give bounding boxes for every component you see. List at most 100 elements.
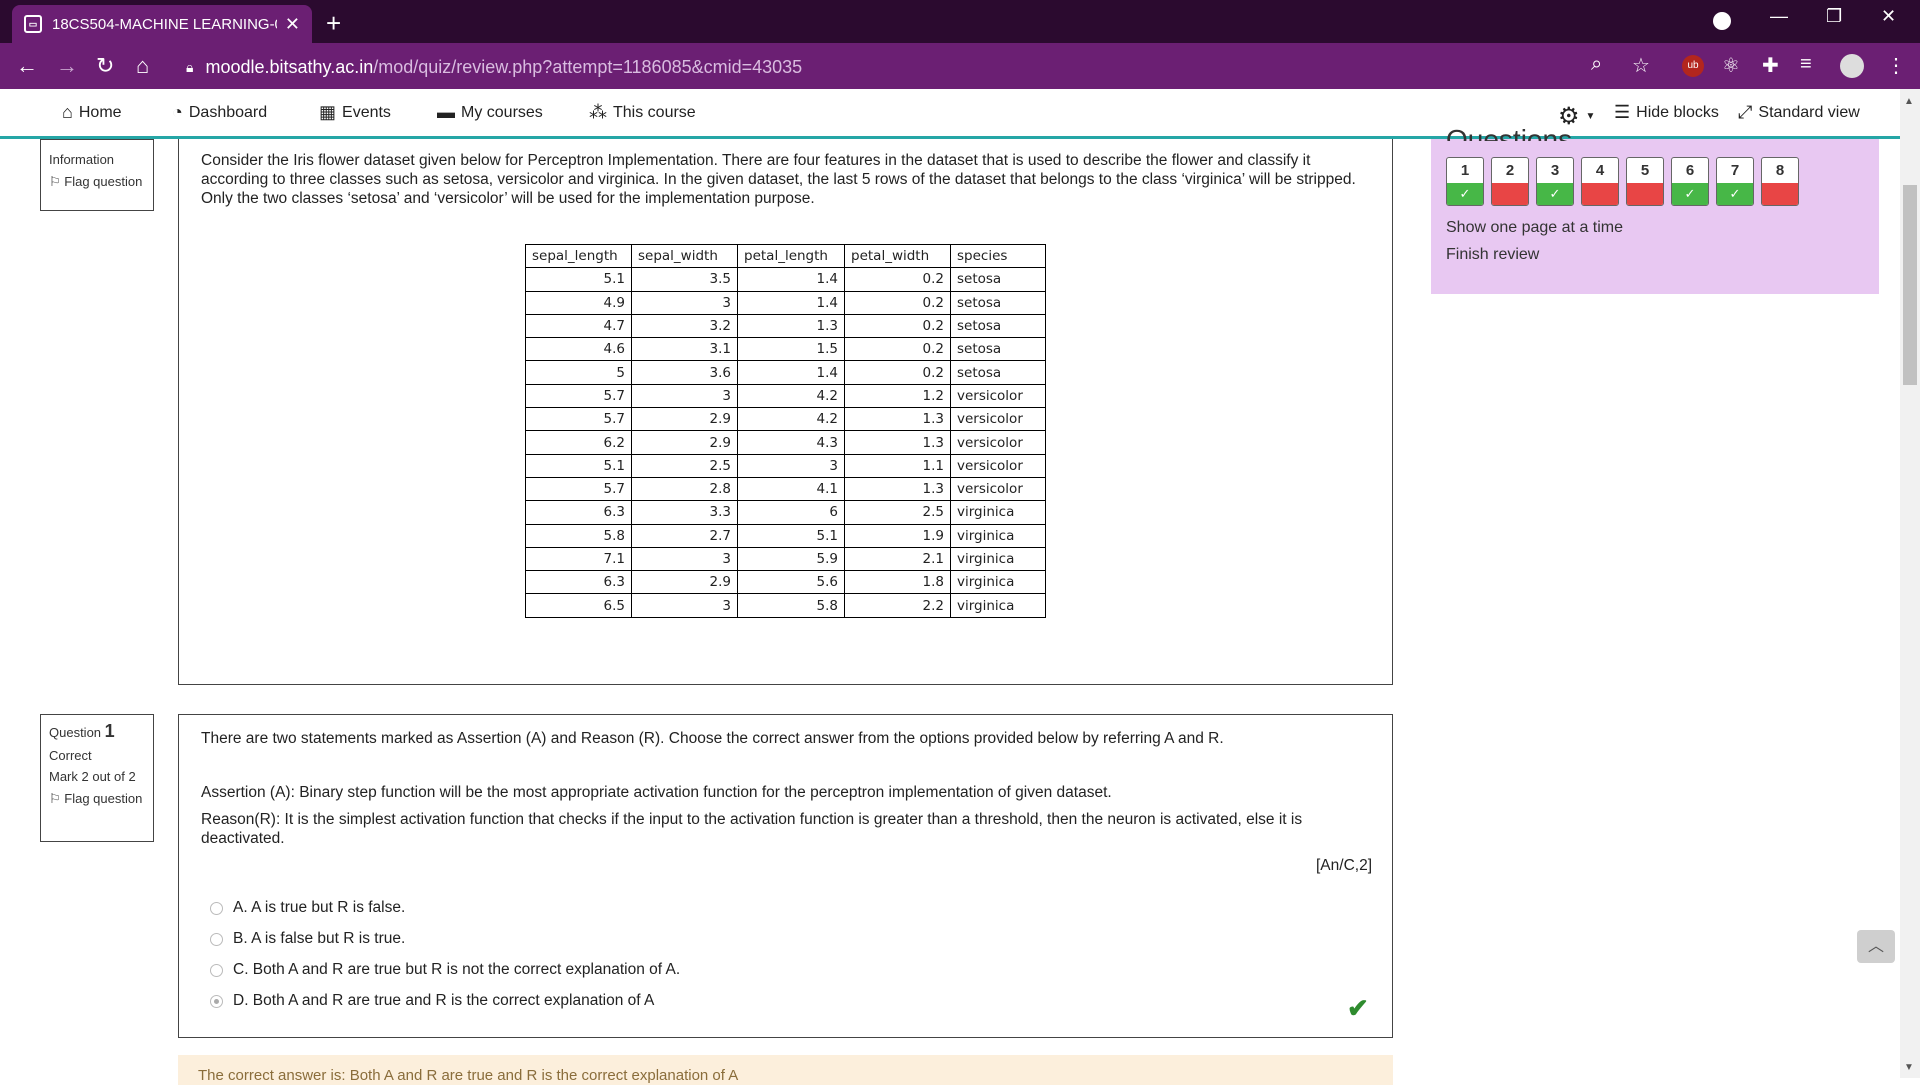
lock-icon[interactable]: 🔒︎ <box>186 59 193 76</box>
table-cell: 1.3 <box>844 430 951 455</box>
radio-button[interactable] <box>210 963 223 977</box>
table-cell: 6 <box>737 500 845 525</box>
table-cell: 1.9 <box>844 523 951 548</box>
moodle-favicon-icon: ▭ <box>24 15 42 33</box>
flag-question-link[interactable]: ⚐ Flag question <box>49 792 145 806</box>
correct-answer-feedback: The correct answer is: Both A and R are … <box>178 1055 1393 1085</box>
bookmark-star-icon[interactable]: ☆ <box>1632 53 1650 78</box>
radio-button[interactable] <box>210 932 223 946</box>
url-path: /mod/quiz/review.php?attempt=1186085&cmi… <box>373 56 803 77</box>
restore-icon[interactable]: ❐ <box>1826 6 1842 27</box>
finish-review-link[interactable]: Finish review <box>1446 246 1539 264</box>
extensions-puzzle-icon[interactable]: ✚ <box>1762 53 1779 78</box>
hide-blocks-button[interactable]: ☰ Hide blocks <box>1614 102 1719 123</box>
table-cell: 1.2 <box>844 383 951 409</box>
standard-view-button[interactable]: ⤢ Standard view <box>1738 102 1860 123</box>
profile-avatar[interactable] <box>1840 54 1864 78</box>
table-cell: virginica <box>950 523 1046 548</box>
table-cell: setosa <box>950 290 1046 315</box>
address-bar[interactable]: 🔒︎ moodle.bitsathy.ac.in /mod/quiz/revie… <box>186 53 1606 81</box>
quiz-nav-button-6[interactable]: 6 ✓ <box>1671 157 1709 206</box>
quiz-nav-button-7[interactable]: 7 ✓ <box>1716 157 1754 206</box>
information-label: Information <box>49 152 115 167</box>
question-1-info-box: Question 1 Correct Mark 2 out of 2 ⚐ Fla… <box>40 714 154 842</box>
back-icon[interactable]: ← <box>16 53 38 79</box>
sitemap-icon: ⁂ <box>589 102 607 122</box>
column-header: species <box>950 243 1046 269</box>
forward-icon[interactable]: → <box>56 53 78 79</box>
table-row: 6.5 3 5.8 2.2 virginica <box>525 593 1046 618</box>
flag-icon: ⚐ <box>49 174 61 189</box>
browser-tab[interactable]: ▭ 18CS504-MACHINE LEARNING-0 ✕ <box>12 5 312 43</box>
nav-home[interactable]: ⌂ Home <box>62 102 122 123</box>
column-header: sepal_length <box>525 243 632 269</box>
answer-option-c[interactable]: C. Both A and R are true but R is not th… <box>210 961 680 979</box>
quiz-nav-button-3[interactable]: 3 ✓ <box>1536 157 1574 206</box>
table-row: 7.1 3 5.9 2.1 virginica <box>525 546 1046 572</box>
table-cell: 5.1 <box>525 453 632 478</box>
table-cell: 3.2 <box>631 313 738 339</box>
ublock-icon[interactable]: ub <box>1682 55 1704 77</box>
quiz-nav-button-2[interactable]: 2 <box>1491 157 1529 206</box>
quiz-nav-button-8[interactable]: 8 <box>1761 157 1799 206</box>
table-cell: 6.3 <box>525 500 632 525</box>
table-cell: setosa <box>950 360 1046 385</box>
flag-question-link[interactable]: ⚐ Flag question <box>49 175 145 189</box>
table-cell: 4.7 <box>525 313 632 339</box>
table-cell: 1.5 <box>737 337 845 362</box>
table-cell: 0.2 <box>844 267 951 292</box>
quiz-navigation-title: Questions <box>1446 125 1573 141</box>
quiz-nav-button-5[interactable]: 5 <box>1626 157 1664 206</box>
extension-atom-icon[interactable]: ⚛ <box>1722 53 1740 78</box>
table-row: 6.3 3.3 6 2.5 virginica <box>525 500 1046 525</box>
option-label: C. Both A and R are true but R is not th… <box>233 961 681 978</box>
caret-down-icon: ▼ <box>1585 111 1596 122</box>
back-to-top-button[interactable]: ︿ <box>1857 930 1895 963</box>
quiz-nav-button-4[interactable]: 4 <box>1581 157 1619 206</box>
nav-dashboard[interactable]: ◔ Dashboard <box>172 102 267 123</box>
close-tab-icon[interactable]: ✕ <box>285 14 300 35</box>
answer-option-d[interactable]: D. Both A and R are true and R is the co… <box>210 992 654 1010</box>
radio-button-selected[interactable] <box>210 994 223 1008</box>
question-tag: [An/C,2] <box>1316 857 1372 874</box>
table-cell: 0.2 <box>844 313 951 339</box>
table-cell: 5 <box>525 360 632 385</box>
minimize-icon[interactable]: — <box>1770 6 1788 27</box>
question-number: 8 <box>1775 162 1785 179</box>
radio-button[interactable] <box>210 901 223 915</box>
nav-events[interactable]: ▦ Events <box>319 102 391 123</box>
zoom-icon[interactable]: ⌕ <box>1591 53 1602 76</box>
option-label: A. A is true but R is false. <box>233 899 406 916</box>
information-info-box: Information ⚐ Flag question <box>40 139 154 211</box>
downloads-icon[interactable] <box>1713 12 1731 30</box>
home-icon[interactable]: ⌂ <box>136 53 149 79</box>
table-cell: 4.9 <box>525 290 632 315</box>
table-cell: 3 <box>631 546 738 572</box>
table-row: 5.7 3 4.2 1.2 versicolor <box>525 383 1046 409</box>
show-one-page-link[interactable]: Show one page at a time <box>1446 219 1623 237</box>
question-number: 1 <box>1460 162 1470 179</box>
window-close-icon[interactable]: ✕ <box>1881 6 1896 27</box>
table-cell: 2.8 <box>631 476 738 502</box>
nav-this-course[interactable]: ⁂ This course <box>589 102 696 123</box>
tab-title: 18CS504-MACHINE LEARNING-0 <box>52 15 277 33</box>
scroll-down-arrow-icon[interactable]: ▼ <box>1904 1062 1914 1073</box>
browser-menu-icon[interactable]: ⋮ <box>1886 53 1906 78</box>
table-cell: virginica <box>950 570 1046 595</box>
media-queue-icon[interactable]: ≡ <box>1800 53 1812 76</box>
nav-my-courses[interactable]: ▬ My courses <box>437 102 543 123</box>
table-cell: 3.6 <box>631 360 738 385</box>
column-header: sepal_width <box>631 243 738 269</box>
answer-option-a[interactable]: A. A is true but R is false. <box>210 899 405 917</box>
table-cell: 3.5 <box>631 267 738 292</box>
answer-option-b[interactable]: B. A is false but R is true. <box>210 930 405 948</box>
nav-events-label: Events <box>342 103 391 121</box>
reload-icon[interactable]: ↻ <box>96 53 114 79</box>
question-grade: Mark 2 out of 2 <box>49 769 136 784</box>
scroll-up-arrow-icon[interactable]: ▲ <box>1904 96 1914 107</box>
new-tab-icon[interactable]: + <box>326 8 341 39</box>
assertion-text: Assertion (A): Binary step function will… <box>201 784 1112 801</box>
table-cell: 2.9 <box>631 570 738 595</box>
quiz-nav-button-1[interactable]: 1 ✓ <box>1446 157 1484 206</box>
scrollbar-thumb[interactable] <box>1903 185 1917 385</box>
